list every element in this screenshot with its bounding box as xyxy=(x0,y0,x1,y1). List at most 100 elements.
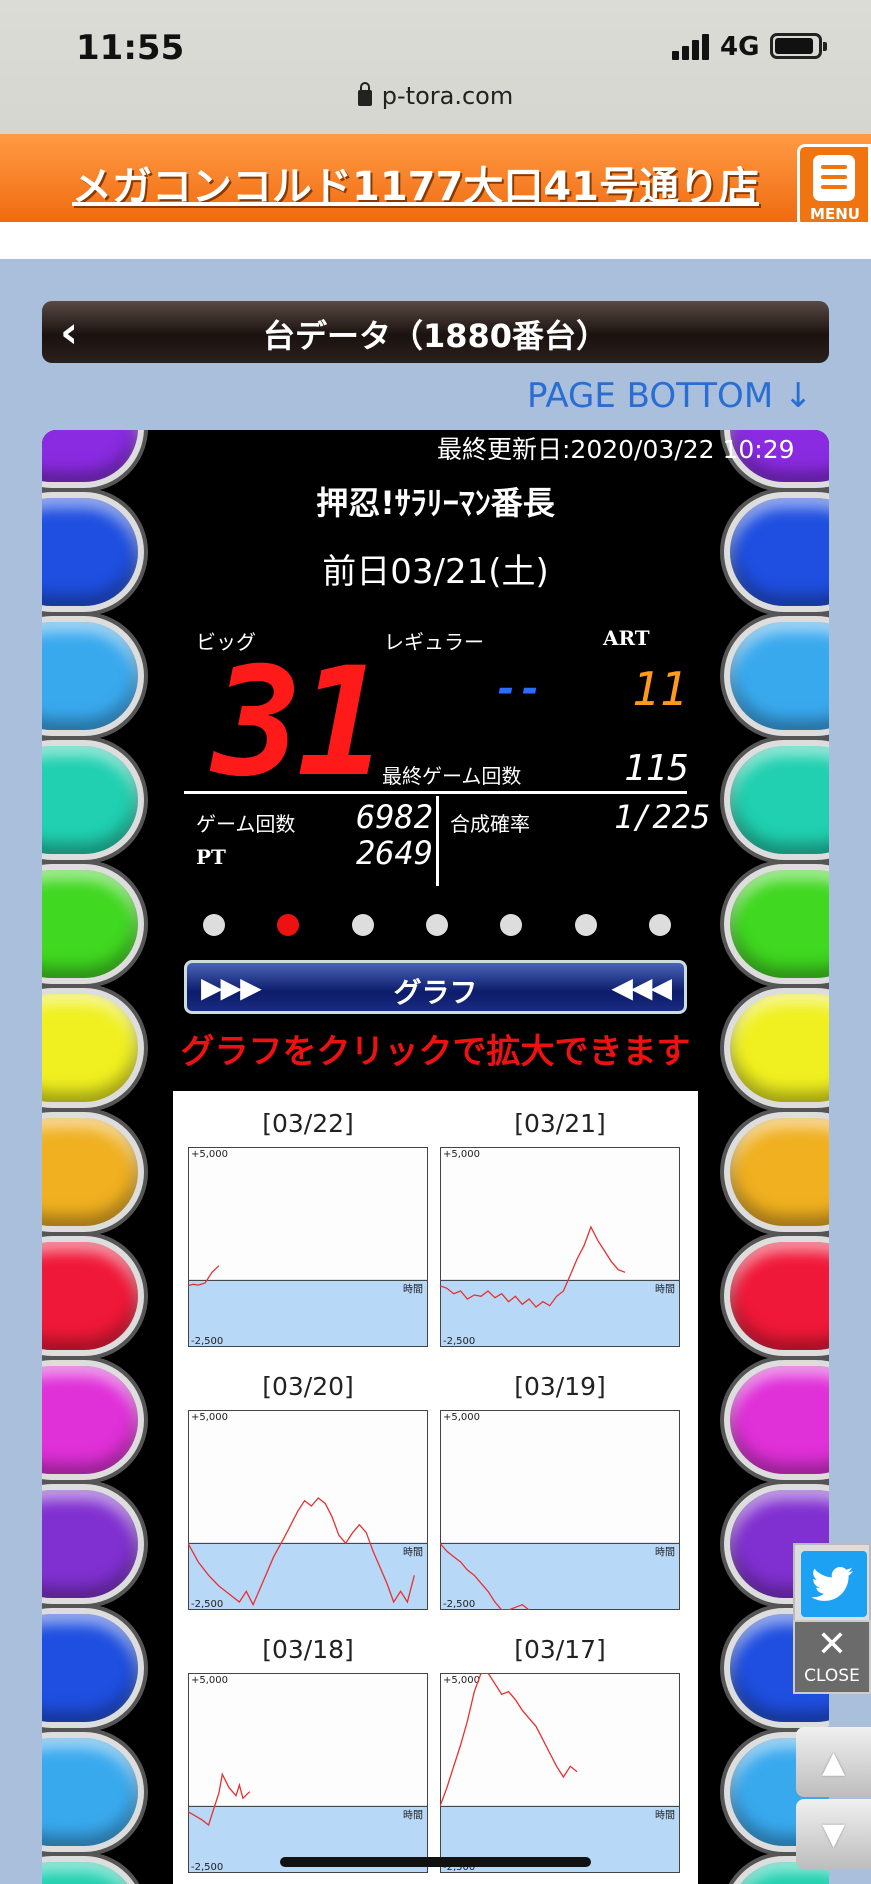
graph-axis-time: 時間 xyxy=(403,1809,423,1821)
graph-axis-bottom: -2,500 xyxy=(443,1336,475,1347)
graph-axis-time: 時間 xyxy=(655,1283,675,1295)
decorative-pill xyxy=(42,1490,138,1598)
stats-vdivider xyxy=(436,796,439,886)
decorative-pill xyxy=(730,1242,829,1350)
decorative-pill xyxy=(42,622,138,730)
graph-positive-area xyxy=(188,1147,428,1281)
games-value: 6982 xyxy=(356,798,434,836)
carousel-dot[interactable] xyxy=(203,914,225,936)
twitter-icon xyxy=(801,1551,867,1617)
graph-date: [03/17] xyxy=(514,1635,606,1664)
signal-icon xyxy=(672,34,712,60)
decorative-pill xyxy=(730,746,829,854)
graph-positive-area xyxy=(440,1673,680,1807)
address-bar[interactable]: p-tora.com xyxy=(0,82,871,110)
menu-label: MENU xyxy=(810,205,860,223)
menu-button[interactable]: MENU xyxy=(797,144,871,228)
art-label: ART xyxy=(603,626,650,650)
graph-negative-area xyxy=(188,1543,428,1610)
page-title: 台データ（1880番台） xyxy=(262,317,609,355)
graph-negative-area xyxy=(188,1280,428,1347)
carousel-dot[interactable] xyxy=(500,914,523,936)
close-icon: ✕ xyxy=(816,1624,848,1665)
decorative-pill xyxy=(42,1242,138,1350)
carousel-dots xyxy=(203,914,671,936)
graph-axis-time: 時間 xyxy=(655,1809,675,1821)
big-count: 31 xyxy=(212,636,387,810)
decorative-pill xyxy=(730,870,829,978)
page-bottom-link[interactable]: PAGE BOTTOM ↓ xyxy=(527,376,812,416)
carousel-dot[interactable] xyxy=(277,914,300,936)
graph-date: [03/21] xyxy=(514,1109,606,1138)
graph-axis-top: +5,000 xyxy=(443,1675,480,1686)
last-games-label: 最終ゲーム回数 xyxy=(382,764,522,788)
pt-value: 2649 xyxy=(356,834,434,872)
decorative-pill xyxy=(730,622,829,730)
graph-axis-top: +5,000 xyxy=(191,1412,228,1423)
scroll-down-button[interactable]: ▼ xyxy=(796,1799,871,1869)
graph-positive-area xyxy=(188,1673,428,1807)
machine-data-panel: 最終更新日:2020/03/22 10:29 押忍!ｻﾗﾘｰﾏﾝ番長 前日03/… xyxy=(42,430,829,1884)
carousel-dot[interactable] xyxy=(425,914,448,936)
carousel-dot[interactable] xyxy=(574,914,597,936)
graph-plot: +5,000-2,500時間 xyxy=(188,1673,428,1873)
decorative-pill xyxy=(42,1118,138,1226)
graph-plot: +5,000-2,500時間 xyxy=(440,1410,680,1610)
graph-axis-bottom: -2,500 xyxy=(191,1599,223,1610)
graph-plot: +5,000-2,500時間 xyxy=(188,1147,428,1347)
close-share-button[interactable]: ✕ CLOSE xyxy=(793,1620,871,1694)
last-games-value: 115 xyxy=(624,748,690,789)
graph-grid: [03/22] +5,000 -2,500 時間 [03/21] +5,000 -2,500… xyxy=(173,1091,698,1884)
graph-plot: +5,000 -2,500 時間 xyxy=(188,1410,428,1610)
header-spacer xyxy=(0,222,871,259)
graph-axis-top: +5,000 xyxy=(443,1412,480,1423)
graph-section-label: グラフ xyxy=(393,976,478,1009)
status-bar: 11:55 4G p-tora.com xyxy=(0,0,871,134)
last-updated: 最終更新日:2020/03/22 10:29 xyxy=(437,435,795,464)
decorative-pill xyxy=(730,1366,829,1474)
lock-icon xyxy=(357,82,372,106)
graph-date: [03/22] xyxy=(262,1109,354,1138)
art-count: 11 xyxy=(632,662,688,716)
graph-axis-top: +5,000 xyxy=(443,1149,480,1160)
shop-name-link[interactable]: メガコンコルド1177大口41号通り店 xyxy=(72,154,759,212)
graph-date: [03/18] xyxy=(262,1635,354,1664)
graph-axis-top: +5,000 xyxy=(191,1675,228,1686)
decorative-pill xyxy=(42,1614,138,1722)
games-label: ゲーム回数 xyxy=(196,812,296,836)
stats-divider xyxy=(184,791,687,794)
carousel-dot[interactable] xyxy=(351,914,374,936)
status-time: 11:55 xyxy=(76,28,185,68)
battery-icon xyxy=(770,33,827,59)
graph-positive-area xyxy=(440,1410,680,1544)
graph-axis-bottom: -2,500 xyxy=(443,1599,475,1610)
decorative-pill xyxy=(42,1366,138,1474)
graph-axis-bottom: -2,500 xyxy=(191,1336,223,1347)
pt-label: PT xyxy=(196,845,226,869)
prob-value: 1/225 xyxy=(614,798,711,836)
graph-section-bar: ▶▶▶ グラフ ◀◀◀ xyxy=(184,960,687,1014)
twitter-share-button[interactable] xyxy=(793,1543,871,1625)
decorative-pill xyxy=(42,870,138,978)
data-date: 前日03/21(土) xyxy=(322,552,549,592)
network-type: 4G xyxy=(720,32,760,62)
regular-label: レギュラー xyxy=(384,630,484,654)
decorative-pill xyxy=(42,430,138,482)
carousel-dot[interactable] xyxy=(648,914,671,936)
shop-header: メガコンコルド1177大口41号通り店 xyxy=(0,134,871,222)
click-to-enlarge-message: グラフをクリックで拡大できます xyxy=(180,1032,691,1072)
page-title-bar: ‹ 台データ（1880番台） xyxy=(42,301,829,363)
graph-plot: +5,000-2,500時間 xyxy=(440,1673,680,1873)
prob-label: 合成確率 xyxy=(450,812,530,836)
down-arrow-icon: ▼ xyxy=(821,1817,846,1852)
graph-positive-area xyxy=(188,1410,428,1544)
left-arrows-icon: ◀◀◀ xyxy=(611,971,672,1004)
scroll-up-button[interactable]: ▲ xyxy=(796,1727,871,1797)
menu-icon xyxy=(813,155,855,201)
up-arrow-icon: ▲ xyxy=(821,1745,846,1780)
graph-axis-time: 時間 xyxy=(403,1546,423,1558)
graph-positive-area xyxy=(440,1147,680,1281)
graph-negative-area xyxy=(440,1280,680,1347)
graph-axis-time: 時間 xyxy=(403,1283,423,1295)
graph-date: [03/19] xyxy=(514,1372,606,1401)
